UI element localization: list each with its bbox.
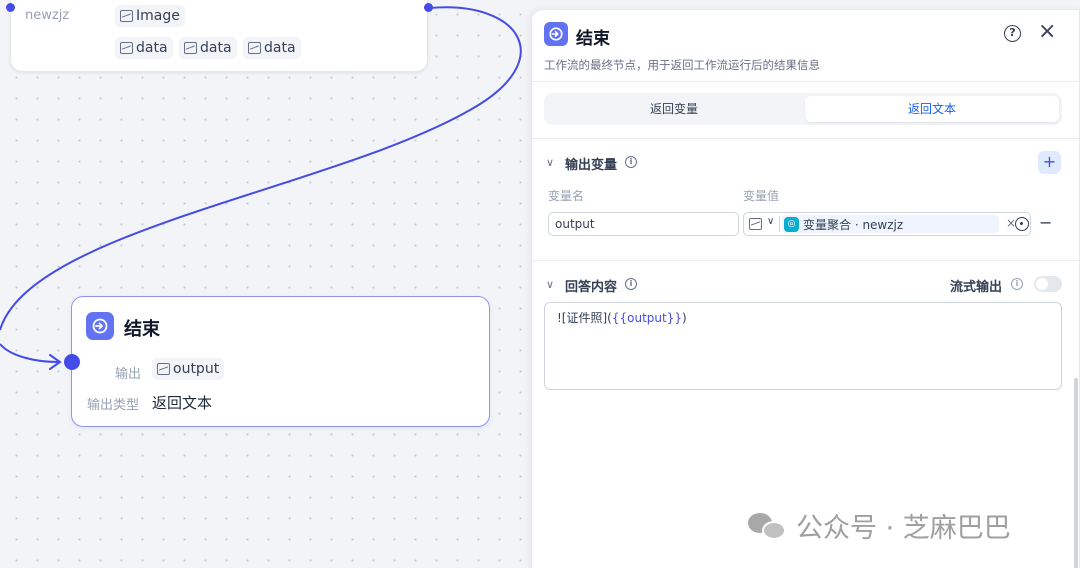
image-output-chip: Image bbox=[115, 5, 185, 27]
chip-label: data bbox=[264, 40, 296, 56]
watermark-text: 公众号 · 芝麻巴巴 bbox=[796, 513, 1011, 544]
divider bbox=[532, 260, 1079, 261]
answer-text-suffix: ) bbox=[681, 311, 687, 325]
node-output-handle[interactable] bbox=[424, 3, 433, 12]
end-node-title: 结束 bbox=[124, 319, 160, 340]
answer-content-title: 回答内容 bbox=[565, 280, 618, 295]
chevron-down-icon[interactable]: ∨ bbox=[767, 216, 774, 227]
wechat-icon bbox=[748, 511, 788, 541]
output-vars-title: 输出变量 bbox=[565, 158, 618, 173]
help-icon[interactable]: ? bbox=[1004, 25, 1021, 42]
separator bbox=[779, 216, 780, 232]
output-type-label: 输出类型 bbox=[87, 398, 140, 413]
tab-return-variable[interactable]: 返回变量 bbox=[547, 96, 801, 122]
image-icon bbox=[248, 42, 261, 54]
add-variable-button[interactable]: + bbox=[1038, 151, 1061, 174]
answer-variable: {{output}} bbox=[611, 311, 682, 325]
answer-content-editor[interactable]: ![证件照]({{output}}) bbox=[544, 302, 1062, 390]
answer-text-prefix: ![证件照]( bbox=[557, 311, 612, 325]
image-type-icon[interactable] bbox=[749, 218, 762, 230]
info-icon[interactable]: i bbox=[625, 156, 637, 168]
close-icon[interactable]: × bbox=[1038, 20, 1056, 44]
end-node[interactable]: 结束 输出 output 输出类型 返回文本 bbox=[64, 296, 490, 427]
image-icon bbox=[157, 363, 170, 375]
chevron-down-icon[interactable]: ∨ bbox=[546, 278, 554, 291]
variable-reference-tag[interactable]: ◎ 变量聚合 · newzjz bbox=[782, 215, 999, 233]
chip-label: output bbox=[173, 361, 220, 377]
panel-title: 结束 bbox=[576, 29, 610, 49]
stream-output-label: 流式输出 bbox=[950, 280, 1003, 295]
node-row-label: newzjz bbox=[25, 8, 70, 23]
aggregator-icon: ◎ bbox=[784, 216, 799, 232]
output-label: 输出 bbox=[115, 367, 142, 382]
info-icon[interactable]: i bbox=[625, 278, 637, 290]
divider bbox=[532, 81, 1079, 82]
chip-label: data bbox=[136, 40, 168, 56]
aggregator-node[interactable]: newzjz Image data data data bbox=[10, 0, 428, 72]
watermark: 公众号 · 芝麻巴巴 bbox=[748, 506, 1011, 545]
edge-into-end[interactable] bbox=[0, 343, 59, 363]
divider bbox=[532, 138, 1079, 139]
end-node-input-handle[interactable] bbox=[64, 354, 80, 370]
panel-description: 工作流的最终节点，用于返回工作流运行后的结果信息 bbox=[544, 58, 820, 72]
variable-reference-label: 变量聚合 · newzjz bbox=[803, 217, 904, 232]
chip-label: data bbox=[200, 40, 232, 56]
var-value-selector[interactable]: ∨ ◎ 变量聚合 · newzjz × bbox=[743, 212, 1031, 236]
node-input-handle[interactable] bbox=[6, 3, 15, 12]
image-icon bbox=[120, 10, 133, 22]
tab-return-text[interactable]: 返回文本 bbox=[805, 96, 1059, 122]
data-output-chip: data bbox=[179, 37, 237, 59]
output-type-value: 返回文本 bbox=[152, 394, 213, 412]
data-output-chip: data bbox=[115, 37, 173, 59]
col-var-name: 变量名 bbox=[548, 189, 585, 203]
image-icon bbox=[184, 42, 197, 54]
node-config-panel: 结束 ? × 工作流的最终节点，用于返回工作流运行后的结果信息 返回变量 返回文… bbox=[531, 9, 1080, 568]
target-icon[interactable] bbox=[1015, 217, 1029, 231]
end-node-icon bbox=[86, 312, 114, 340]
panel-scrollbar[interactable] bbox=[1074, 378, 1078, 568]
end-node-icon bbox=[544, 22, 568, 46]
output-chip: output bbox=[152, 358, 225, 380]
chip-label: Image bbox=[136, 8, 180, 24]
stream-output-toggle[interactable] bbox=[1034, 276, 1062, 292]
image-icon bbox=[120, 42, 133, 54]
info-icon[interactable]: i bbox=[1011, 278, 1023, 290]
var-name-input[interactable]: output bbox=[548, 212, 739, 236]
output-mode-tabs: 返回变量 返回文本 bbox=[544, 93, 1062, 125]
remove-variable-button[interactable]: − bbox=[1039, 213, 1052, 232]
col-var-value: 变量值 bbox=[743, 189, 780, 203]
chevron-down-icon[interactable]: ∨ bbox=[546, 156, 554, 169]
data-output-chip: data bbox=[243, 37, 301, 59]
